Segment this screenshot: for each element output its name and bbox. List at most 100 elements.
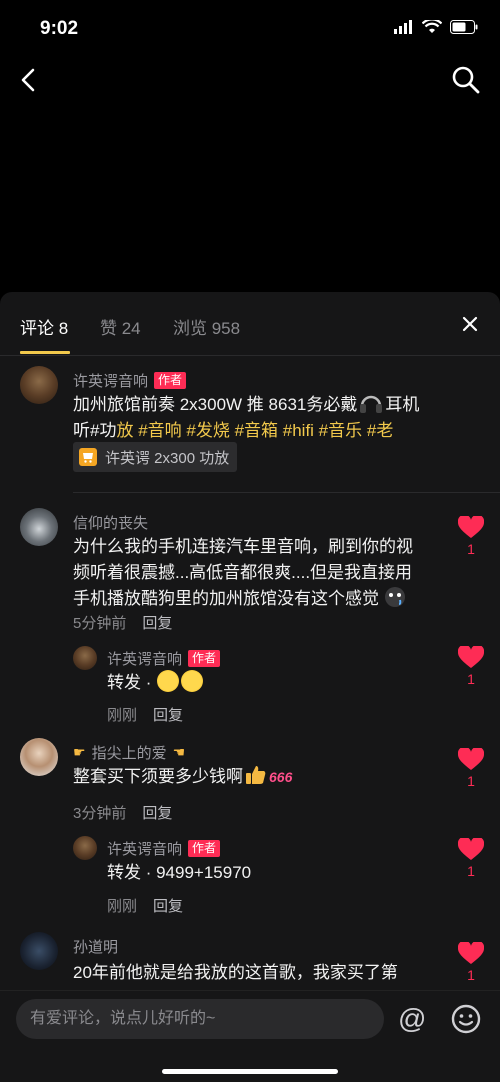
comment-meta: 3分钟前 回复 bbox=[73, 802, 172, 823]
mention-button[interactable]: @ bbox=[398, 1003, 426, 1035]
comment-text-part: 听#功 bbox=[73, 421, 117, 440]
comment-list: 许英谔音响 作者 加州旅馆前奏 2x300W 推 8631务必戴 耳机 听#功放 … bbox=[0, 356, 500, 990]
like-button[interactable]: 1 bbox=[458, 748, 484, 789]
pointing-hand-icon: ☛ bbox=[73, 744, 86, 760]
reply-text: 转发 · bbox=[107, 670, 407, 696]
author-badge: 作者 bbox=[188, 650, 221, 667]
comment-author-row: ☛ 指尖上的爱 ☚ bbox=[73, 742, 185, 763]
like-count: 1 bbox=[467, 773, 475, 789]
reply-button[interactable]: 回复 bbox=[153, 704, 183, 725]
comment-meta: 5分钟前 回复 bbox=[73, 612, 172, 633]
comments-sheet: 评论 8 赞 24 浏览 958 许英谔音响 作者 加州旅馆前奏 2x300W … bbox=[0, 292, 500, 1082]
reply-button[interactable]: 回复 bbox=[153, 895, 183, 916]
reply-time: 刚刚 bbox=[107, 898, 138, 915]
avatar[interactable] bbox=[73, 836, 97, 860]
hashtag[interactable]: 箱 bbox=[261, 421, 278, 440]
home-indicator bbox=[162, 1069, 338, 1074]
reply-meta: 刚刚 回复 bbox=[107, 704, 183, 725]
heart-icon bbox=[458, 942, 484, 964]
comment-text-line: 频听着很震撼...高低音都很爽....但是我直接用 bbox=[73, 563, 413, 582]
hashtag[interactable]: #老 bbox=[362, 421, 393, 440]
heart-icon bbox=[458, 516, 484, 538]
heart-icon bbox=[458, 838, 484, 860]
hashtag[interactable]: #音 bbox=[133, 421, 164, 440]
tab-comments[interactable]: 评论 8 bbox=[20, 314, 68, 339]
hashtag[interactable]: 乐 bbox=[345, 421, 362, 440]
search-icon[interactable] bbox=[450, 64, 482, 96]
cart-icon bbox=[79, 448, 97, 466]
heart-icon bbox=[458, 646, 484, 668]
close-icon[interactable] bbox=[458, 312, 482, 336]
reply-time: 刚刚 bbox=[107, 707, 138, 724]
hashtag[interactable]: #音 bbox=[230, 421, 261, 440]
battery-icon bbox=[450, 20, 478, 34]
comment-text: 加州旅馆前奏 2x300W 推 8631务必戴 耳机 听#功放 #音响 #发烧 #… bbox=[73, 392, 443, 444]
status-time: 9:02 bbox=[40, 18, 79, 39]
hashtag[interactable]: #发 bbox=[182, 421, 212, 440]
tab-views[interactable]: 浏览 958 bbox=[173, 314, 240, 339]
like-count: 1 bbox=[467, 967, 475, 983]
sad-face-emoji-icon bbox=[385, 587, 405, 607]
status-bar: 9:02 bbox=[0, 0, 500, 60]
comment-text: 整套买下须要多少钱啊 666 bbox=[73, 764, 445, 790]
tab-likes[interactable]: 赞 24 bbox=[100, 314, 141, 339]
product-title: 许英谔 2x300 功放 bbox=[105, 449, 230, 467]
reply-text-part: 转发 · bbox=[107, 673, 157, 692]
reply-author-row: 许英谔音响 作者 bbox=[107, 648, 221, 669]
like-button[interactable]: 1 bbox=[458, 516, 484, 557]
reply-author-row: 许英谔音响 作者 bbox=[107, 838, 221, 859]
avatar[interactable] bbox=[20, 738, 58, 776]
hashtag[interactable]: 响 bbox=[165, 421, 182, 440]
reply-meta: 刚刚 回复 bbox=[107, 895, 183, 916]
hashtag[interactable]: #音 bbox=[314, 421, 345, 440]
comment-author-row: 许英谔音响 作者 bbox=[73, 370, 187, 391]
like-count: 1 bbox=[467, 863, 475, 879]
reply-username[interactable]: 许英谔音响 bbox=[107, 838, 182, 859]
comment-input[interactable] bbox=[16, 999, 384, 1039]
reply-button[interactable]: 回复 bbox=[142, 802, 172, 823]
comment-username[interactable]: 信仰的丧失 bbox=[73, 512, 148, 533]
comment-author-row: 信仰的丧失 bbox=[73, 512, 148, 533]
avatar[interactable] bbox=[20, 366, 58, 404]
avatar[interactable] bbox=[73, 646, 97, 670]
like-button[interactable]: 1 bbox=[458, 838, 484, 879]
divider bbox=[73, 492, 500, 493]
comment-text-line: 为什么我的手机连接汽车里音响，刷到你的视 bbox=[73, 537, 413, 556]
like-button[interactable]: 1 bbox=[458, 942, 484, 983]
emoji-666-badge: 666 bbox=[269, 769, 293, 785]
heart-icon bbox=[458, 748, 484, 770]
hashtag[interactable]: 放 bbox=[116, 421, 133, 440]
comment-text-part: 整套买下须要多少钱啊 bbox=[73, 767, 243, 786]
active-tab-indicator bbox=[20, 351, 70, 354]
comment-time: 3分钟前 bbox=[73, 805, 127, 822]
emoji-picker-icon[interactable] bbox=[450, 1003, 482, 1035]
back-icon[interactable] bbox=[14, 64, 44, 96]
headphones-icon bbox=[360, 395, 383, 413]
avatar[interactable] bbox=[20, 932, 58, 970]
product-link[interactable]: 许英谔 2x300 功放 bbox=[73, 442, 238, 472]
wifi-icon bbox=[422, 20, 442, 33]
reply-button[interactable]: 回复 bbox=[142, 612, 172, 633]
hashtag[interactable]: #hifi bbox=[278, 421, 314, 440]
comment-username[interactable]: 指尖上的爱 bbox=[92, 742, 167, 763]
like-count: 1 bbox=[467, 671, 475, 687]
signal-icon bbox=[394, 20, 412, 34]
reply-username[interactable]: 许英谔音响 bbox=[107, 648, 182, 669]
comment-text-part: 加州旅馆前奏 2x300W 推 8631务必戴 bbox=[73, 395, 358, 414]
like-button[interactable]: 1 bbox=[458, 646, 484, 687]
like-count: 1 bbox=[467, 541, 475, 557]
status-icons bbox=[394, 20, 478, 34]
comment-username[interactable]: 许英谔音响 bbox=[73, 370, 148, 391]
comment-input-bar: @ bbox=[0, 990, 500, 1082]
pointing-hand-icon: ☚ bbox=[172, 744, 186, 760]
hashtag[interactable]: 烧 bbox=[213, 421, 230, 440]
comment-text-line: 手机播放酷狗里的加州旅馆没有这个感觉 bbox=[73, 589, 379, 608]
comment-time: 5分钟前 bbox=[73, 615, 127, 632]
avatar[interactable] bbox=[20, 508, 58, 546]
comment-text: 为什么我的手机连接汽车里音响，刷到你的视 频听着很震撼...高低音都很爽....… bbox=[73, 534, 445, 612]
comment-text-part: 耳机 bbox=[385, 395, 420, 414]
comment-username[interactable]: 孙道明 bbox=[73, 936, 118, 957]
author-badge: 作者 bbox=[154, 372, 187, 389]
top-nav bbox=[0, 60, 500, 100]
comment-tabs: 评论 8 赞 24 浏览 958 bbox=[0, 292, 500, 356]
